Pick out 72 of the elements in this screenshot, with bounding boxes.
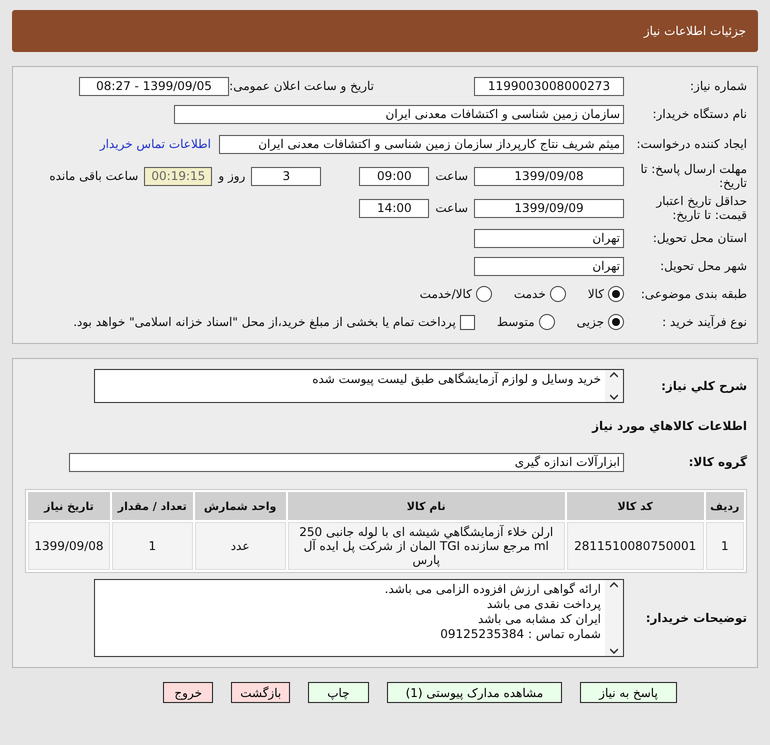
scroll-down-icon[interactable] [610, 648, 618, 654]
section-heading: اطلاعات کالاهاي مورد نياز [592, 419, 747, 433]
radio-label: کالا/خدمت [420, 287, 472, 301]
note-line: ایران کد مشابه می باشد [476, 612, 601, 627]
action-button[interactable]: خروج [163, 682, 214, 703]
field-label: تاریخ و ساعت اعلان عمومی: [229, 79, 374, 93]
validity-time-field[interactable]: 14:00 [359, 198, 430, 218]
field-label: روز و [218, 169, 246, 183]
scroll-up-icon[interactable] [610, 582, 618, 588]
deadline-date-field[interactable]: 1399/09/08 [474, 166, 624, 186]
field-label: ایجاد کننده درخواست: [635, 137, 747, 151]
field-label: نوع فرآیند خرید : [661, 315, 747, 329]
scroll-up-icon[interactable] [610, 372, 618, 378]
radio-button[interactable] [608, 286, 624, 302]
announce-date-field[interactable]: 1399/09/05 - 08:27 [79, 76, 229, 96]
table-cell: ارلن خلاء آزمايشگاهي شیشه ای با لوله جانبی 250 ml مرجع سازنده TGI المان از شرکت پل ایده آل پارس [288, 522, 565, 570]
column-header: تعداد / مقدار [112, 492, 193, 520]
checkbox[interactable] [460, 314, 475, 330]
action-button[interactable]: مشاهده مدارک پیوستی (1) [386, 682, 562, 703]
deadline-time-field[interactable]: 09:00 [359, 166, 430, 186]
field-label: توضیحات خریدار: [644, 611, 747, 625]
column-header: واحد شمارش [194, 492, 286, 520]
note-line: پرداخت نقدی می باشد [486, 597, 601, 612]
checkbox-label: پرداخت تمام یا بخشی از مبلغ خرید،از محل "اسناد خزانه اسلامی" خواهد بود. [73, 315, 456, 329]
field-label: ساعت [435, 201, 468, 215]
group-field[interactable]: ابزارآلات اندازه گیری [69, 452, 624, 472]
radio-label: جزیی [576, 315, 604, 329]
field-label: حداقل تاریخ اعتبار قیمت: تا تاریخ: [654, 194, 747, 222]
radio-label: خدمت [514, 287, 546, 301]
city-field[interactable]: تهران [474, 256, 624, 276]
field-label: گروه کالا: [688, 455, 747, 469]
field-label: طبقه بندی موضوعی: [640, 287, 747, 301]
field-label: استان محل تحویل: [652, 231, 747, 245]
radio-label: کالا [588, 287, 604, 301]
field-label: ساعت باقی مانده [49, 169, 138, 183]
column-header: تاریخ نیاز [28, 492, 110, 520]
radio-button[interactable] [538, 314, 555, 330]
action-button[interactable]: بازگشت [231, 682, 290, 703]
field-label: ساعت [435, 169, 468, 183]
action-button[interactable]: چاپ [308, 682, 369, 703]
buyer-contact-link[interactable]: اطلاعات تماس خریدار [100, 137, 211, 151]
remaining-time-field[interactable]: 00:19:15 [144, 166, 212, 186]
page-title: جزئیات اطلاعات نیاز [644, 24, 746, 38]
field-label: نام دستگاه خریدار: [652, 107, 747, 121]
buyer-field[interactable]: سازمان زمین شناسی و اکتشافات معدنی ایران [174, 104, 624, 124]
table-cell: 1399/09/08 [28, 522, 110, 570]
table-cell: 2811510080750001 [566, 522, 704, 570]
table-cell: 1 [112, 522, 193, 570]
field-label: شرح کلي نياز: [660, 379, 747, 393]
days-field[interactable]: 3 [251, 166, 322, 186]
creator-field[interactable]: میثم شریف نتاج کارپرداز سازمان زمین شناسی و اکتشافات معدنی ایران [219, 134, 624, 154]
radio-button[interactable] [476, 286, 492, 302]
table-cell: عدد [194, 522, 286, 570]
radio-button[interactable] [550, 286, 566, 302]
note-line: ارائه گواهی ارزش افزوده الزامی می باشد. [384, 582, 601, 597]
table-cell: 1 [706, 522, 744, 570]
note-line: شماره تماس : 09125235384 [439, 627, 601, 642]
field-label: مهلت ارسال پاسخ: تا تاریخ: [639, 162, 747, 190]
radio-button[interactable] [608, 314, 624, 330]
scroll-down-icon[interactable] [610, 394, 618, 400]
column-header: نام کالا [288, 492, 565, 520]
radio-label: متوسط [496, 315, 535, 329]
column-header: کد کالا [566, 492, 704, 520]
column-header: ردیف [706, 492, 744, 520]
notes-textarea[interactable]: ارائه گواهی ارزش افزوده الزامی می باشد. پرداخت نقدی می باشد ایران کد مشابه می باشد شماره تماس : 09125235384 [94, 579, 624, 657]
action-button[interactable]: پاسخ به نیاز [580, 682, 677, 703]
field-label: شماره نیاز: [689, 79, 747, 93]
province-field[interactable]: تهران [474, 228, 624, 248]
field-label: شهر محل تحویل: [659, 259, 747, 273]
need-number-field[interactable]: 1199003008000273 [474, 76, 624, 96]
validity-date-field[interactable]: 1399/09/09 [474, 198, 624, 218]
summary-textarea[interactable]: خرید وسایل و لوازم آزمایشگاهی طبق لیست پیوست شده [94, 369, 624, 403]
